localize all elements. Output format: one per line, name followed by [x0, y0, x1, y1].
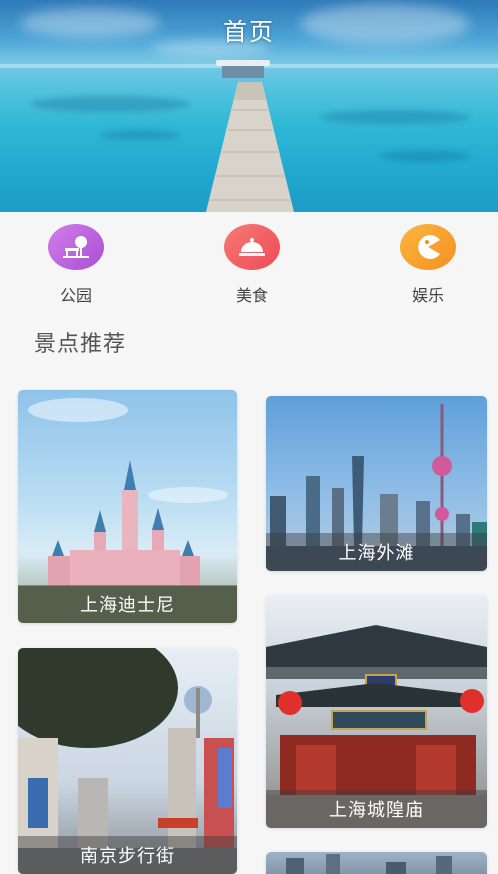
category-label: 公园	[59, 286, 92, 305]
spot-card-disney[interactable]: 上海迪士尼	[18, 390, 237, 623]
category-label: 娱乐	[411, 286, 444, 305]
category-entertainment[interactable]: 娱乐	[388, 222, 468, 305]
park-icon	[48, 224, 104, 270]
spot-card-city-god-temple[interactable]: 上海城隍庙	[266, 595, 487, 828]
category-food[interactable]: 美食	[212, 222, 292, 305]
water-hut	[216, 60, 270, 82]
header-banner-image: 首页	[0, 0, 498, 212]
spot-name: 上海外滩	[266, 533, 487, 571]
spot-name: 上海城隍庙	[266, 790, 487, 828]
section-title: 景点推荐	[34, 332, 127, 357]
category-bar: 公园 美食 娱乐	[0, 222, 498, 305]
spot-card-bund[interactable]: 上海外滩	[266, 396, 487, 571]
category-park[interactable]: 公园	[36, 222, 116, 305]
category-label: 美食	[235, 286, 268, 305]
spot-name: 上海迪士尼	[18, 585, 237, 623]
spot-name: 南京步行街	[18, 836, 237, 874]
cityscape-image	[286, 854, 452, 874]
spot-card-partial[interactable]	[266, 852, 487, 874]
spot-card-nanjing-road[interactable]: 南京步行街	[18, 648, 237, 874]
food-cloche-icon	[224, 224, 280, 270]
home-screen: 首页 公园 美食 娱乐 景点推荐 上海迪士尼 上海外滩 南京步行街 上海城隍庙	[0, 0, 498, 874]
page-title: 首页	[223, 18, 275, 46]
entertainment-pacman-icon	[400, 224, 456, 270]
